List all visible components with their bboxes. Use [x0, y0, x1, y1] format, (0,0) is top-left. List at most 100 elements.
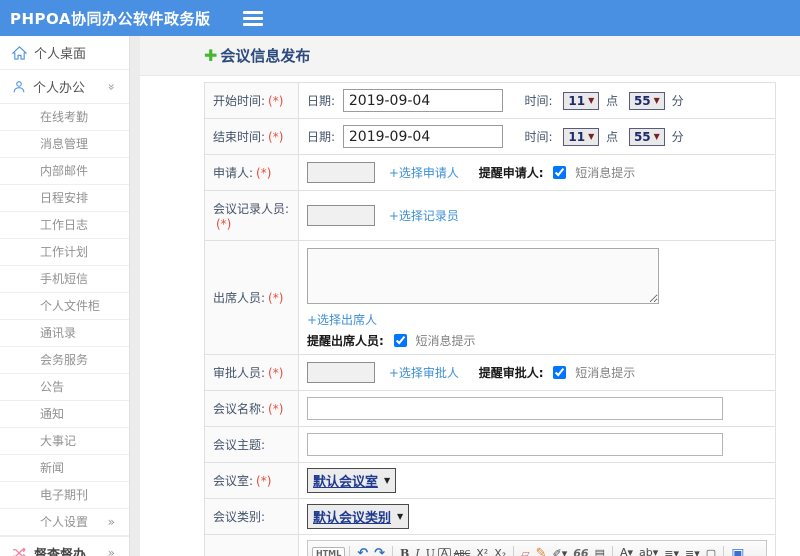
end-hour-select[interactable]: 11 ▼: [563, 127, 600, 146]
highlight-color-dropdown-icon[interactable]: ab▾: [636, 546, 661, 556]
sms-notify-label: 短消息提示: [415, 334, 476, 348]
shuffle-icon: [13, 547, 26, 556]
select-approver-link[interactable]: +选择审批人: [389, 366, 459, 380]
approver-input[interactable]: [307, 362, 375, 383]
applicant-input[interactable]: [307, 162, 375, 183]
chevron-down-icon: »: [104, 82, 119, 91]
approver-sms-checkbox[interactable]: [553, 366, 567, 379]
fullscreen-icon[interactable]: ▣: [728, 546, 747, 556]
underline-icon[interactable]: U: [423, 547, 438, 556]
row-applicant: 申请人: (*) +选择申请人 提醒申请人: 短消息提示: [204, 154, 776, 191]
hour-unit: 点: [606, 93, 619, 108]
sidebar-item-label: 个人设置: [40, 515, 89, 529]
meeting-room-select[interactable]: 默认会议室 ▼: [307, 468, 397, 493]
required-mark: (*): [256, 474, 272, 488]
meeting-room-value: 默认会议室: [313, 475, 379, 490]
end-minute-value: 55: [633, 129, 651, 144]
strikethrough-icon[interactable]: ABC: [451, 549, 473, 556]
sms-notify-label: 短消息提示: [575, 366, 636, 380]
sidebar-item-memorabilia[interactable]: 大事记: [0, 428, 129, 455]
caret-down-icon: ▼: [588, 96, 595, 105]
italic-icon[interactable]: I: [412, 547, 422, 556]
font-color-dropdown-icon[interactable]: A▾: [617, 546, 636, 556]
sidebar-item-personal-file-cabinet[interactable]: 个人文件柜: [0, 293, 129, 320]
sidebar-item-conference-service[interactable]: 会务服务: [0, 347, 129, 374]
sidebar-item-label: 个人办公: [33, 81, 86, 96]
row-meeting-content: HTML ↶ ↷ B I U A ABC X² X₂ ▱ ✎ ✐▾ 66 ▤ A…: [204, 534, 776, 556]
minute-unit: 分: [671, 129, 684, 144]
superscript-icon[interactable]: X²: [473, 547, 491, 556]
row-approver: 审批人员: (*) +选择审批人 提醒审批人: 短消息提示: [204, 354, 776, 391]
app-brand-title: PHPOA协同办公软件政务版: [10, 9, 211, 28]
sidebar-item-personal-settings[interactable]: 个人设置 »: [0, 509, 129, 536]
sidebar-item-e-journal[interactable]: 电子期刊: [0, 482, 129, 509]
sidebar-item-announcement[interactable]: 公告: [0, 374, 129, 401]
sidebar-item-message-management[interactable]: 消息管理: [0, 131, 129, 158]
end-minute-select[interactable]: 55 ▼: [628, 127, 665, 146]
start-hour-select[interactable]: 11 ▼: [563, 91, 600, 110]
undo-icon[interactable]: ↶: [354, 546, 371, 556]
sms-notify-label: 短消息提示: [575, 166, 636, 180]
select-recorder-link[interactable]: +选择记录员: [389, 209, 459, 223]
bold-icon[interactable]: B: [397, 547, 412, 556]
row-meeting-name: 会议名称: (*): [204, 390, 776, 427]
chevron-right-icon: »: [107, 546, 115, 556]
html-source-button[interactable]: HTML: [312, 546, 346, 556]
sidebar: 个人桌面 个人办公 » 在线考勤 消息管理 内部邮件 日程安排 工作日志 工作计…: [0, 36, 130, 556]
attendees-label: 出席人员:: [213, 291, 266, 305]
date-label: 日期:: [307, 129, 336, 144]
applicant-label: 申请人:: [213, 166, 254, 180]
sidebar-item-news[interactable]: 新闻: [0, 455, 129, 482]
sidebar-item-online-attendance[interactable]: 在线考勤: [0, 104, 129, 131]
page-title-bar: ✚ 会议信息发布: [140, 36, 800, 76]
attendees-sms-checkbox[interactable]: [393, 334, 407, 347]
meeting-name-input[interactable]: [307, 397, 723, 420]
sidebar-item-internal-mail[interactable]: 内部邮件: [0, 158, 129, 185]
row-meeting-subject: 会议主题:: [204, 426, 776, 463]
start-minute-select[interactable]: 55 ▼: [628, 91, 665, 110]
end-date-input[interactable]: [342, 125, 503, 148]
sidebar-gutter: [130, 36, 140, 556]
subscript-icon[interactable]: X₂: [491, 547, 509, 556]
unordered-list-dropdown-icon[interactable]: ≡▾: [682, 547, 703, 556]
spray-color-dropdown-icon[interactable]: ✐▾: [550, 547, 571, 556]
sidebar-item-schedule[interactable]: 日程安排: [0, 185, 129, 212]
recorder-input[interactable]: [307, 205, 375, 226]
meeting-form: 开始时间:(*) 日期: 时间: 11▼ 点 55▼ 分 结束时间:(*) 日期…: [204, 82, 776, 556]
rich-text-editor: HTML ↶ ↷ B I U A ABC X² X₂ ▱ ✎ ✐▾ 66 ▤ A…: [307, 540, 767, 556]
approver-label: 审批人员:: [213, 366, 266, 380]
end-time-label: 结束时间:: [213, 130, 266, 144]
select-applicant-link[interactable]: +选择申请人: [389, 166, 459, 180]
row-recorder: 会议记录人员:(*) +选择记录员: [204, 190, 776, 241]
sidebar-item-work-plan[interactable]: 工作计划: [0, 239, 129, 266]
new-page-icon[interactable]: ▢: [703, 547, 719, 556]
sidebar-item-notice[interactable]: 通知: [0, 401, 129, 428]
sidebar-item-contacts[interactable]: 通讯录: [0, 320, 129, 347]
start-date-input[interactable]: [342, 89, 503, 112]
font-border-icon[interactable]: A: [437, 547, 451, 556]
select-attendees-link[interactable]: +选择出席人: [307, 313, 377, 327]
attendees-textarea[interactable]: [307, 248, 659, 304]
ordered-list-dropdown-icon[interactable]: ≡▾: [661, 547, 682, 556]
sidebar-item-work-log[interactable]: 工作日志: [0, 212, 129, 239]
hamburger-menu-icon[interactable]: [242, 16, 263, 20]
meeting-subject-input[interactable]: [307, 433, 723, 456]
sidebar-item-personal-office[interactable]: 个人办公 »: [0, 70, 129, 104]
meeting-category-select[interactable]: 默认会议类别 ▼: [307, 504, 410, 529]
sidebar-item-supervision[interactable]: 督查督办 »: [0, 536, 129, 556]
app-header: PHPOA协同办公软件政务版: [0, 0, 800, 36]
sidebar-item-personal-desktop[interactable]: 个人桌面: [0, 36, 129, 70]
applicant-sms-checkbox[interactable]: [553, 166, 567, 179]
start-time-label: 开始时间:: [213, 94, 266, 108]
row-attendees: 出席人员: (*) +选择出席人 提醒出席人员: 短消息提示: [204, 240, 776, 355]
row-meeting-room: 会议室: (*) 默认会议室 ▼: [204, 462, 776, 499]
start-hour-value: 11: [568, 93, 586, 108]
format-brush-icon[interactable]: ✎: [533, 546, 550, 556]
remind-attendees-label: 提醒出席人员:: [307, 334, 384, 348]
person-icon: [13, 80, 25, 92]
sidebar-item-mobile-sms[interactable]: 手机短信: [0, 266, 129, 293]
eraser-icon[interactable]: ▱: [518, 547, 532, 556]
paste-icon[interactable]: ▤: [592, 547, 608, 556]
redo-icon[interactable]: ↷: [371, 546, 388, 556]
blockquote-icon[interactable]: 66: [570, 547, 591, 556]
